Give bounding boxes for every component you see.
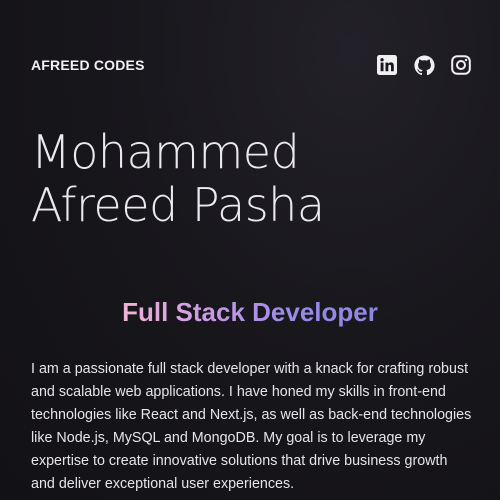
role-title-text: Full Stack Developer — [122, 297, 378, 327]
role-title: Full Stack Developer — [0, 295, 500, 329]
instagram-icon — [451, 55, 471, 75]
hero-name-first-line: Mohammed — [31, 125, 300, 179]
linkedin-link[interactable] — [376, 54, 398, 76]
github-icon — [413, 54, 435, 75]
github-link[interactable] — [413, 54, 435, 76]
instagram-link[interactable] — [450, 54, 472, 76]
bio-paragraph: I am a passionate full stack developer w… — [31, 361, 472, 492]
hero-name-second-line: Afreed Pasha — [31, 178, 325, 232]
social-links — [376, 54, 472, 76]
brand-logo-link[interactable]: AFREED CODES — [31, 57, 145, 73]
linkedin-icon — [377, 55, 397, 75]
hero-name: Mohammed Afreed Pasha — [31, 126, 325, 232]
site-header: AFREED CODES — [31, 52, 472, 78]
